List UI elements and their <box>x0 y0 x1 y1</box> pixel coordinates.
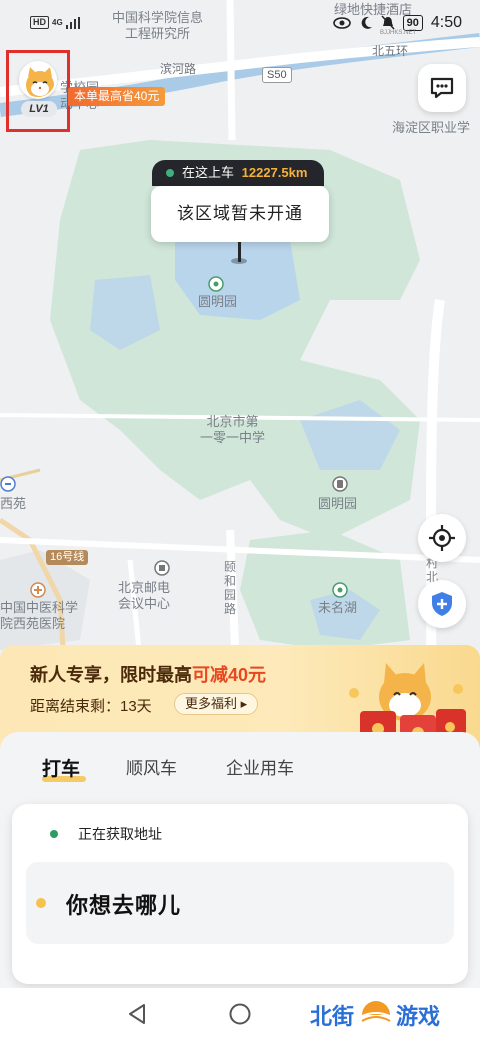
map-label-beijing-101: 北京市第 一零一中学 <box>200 414 266 445</box>
hd-icon: HD <box>30 16 49 29</box>
sun-logo-icon <box>359 1001 393 1022</box>
discount-tag: 本单最高省40元 <box>68 87 166 106</box>
map-pin <box>238 242 241 262</box>
level-badge: LV1 <box>21 101 57 117</box>
more-benefits-button[interactable]: 更多福利 ▸ <box>174 693 259 715</box>
service-unavailable-message: 该区域暂未开通 <box>177 204 303 223</box>
map-label-weiming: 未名湖 <box>318 600 358 615</box>
safety-center-button[interactable] <box>418 580 466 628</box>
pickup-dot-icon <box>166 169 174 177</box>
avatar <box>19 61 57 99</box>
ride-booking-sheet: 打车 顺风车 企业用车 正在获取地址 <box>0 732 480 988</box>
back-icon[interactable] <box>126 1002 148 1026</box>
locate-me-button[interactable] <box>418 514 466 562</box>
tab-enterprise[interactable]: 企业用车 <box>226 754 294 779</box>
lake-poi-icon <box>332 582 348 598</box>
map-label-yiheyuan-road: 颐 和 园 路 <box>224 560 237 616</box>
user-avatar-button[interactable]: LV1 <box>6 50 70 132</box>
bell-muted-icon <box>381 15 395 30</box>
clock: 4:50 <box>430 14 462 31</box>
tab-carpool[interactable]: 顺风车 <box>126 754 177 779</box>
status-left-icons: HD 4G <box>30 16 80 29</box>
map-label-yuanmingyuan-park: 圆明园 <box>198 294 238 309</box>
promo-title: 新人专享，限时最高可减40元 <box>30 665 267 685</box>
message-button[interactable] <box>418 64 466 112</box>
moon-icon <box>361 16 372 29</box>
cat-avatar-icon <box>26 67 54 97</box>
signal-4g-icon: 4G <box>52 18 63 27</box>
eye-icon <box>332 17 351 29</box>
tab-taxi[interactable]: 打车 <box>42 754 80 781</box>
destination-dot-icon <box>36 898 46 908</box>
map-label-haidian: 海淀区职业学 <box>392 120 471 135</box>
watermark-site: BJJHKS.NET <box>380 30 417 36</box>
shield-plus-icon <box>432 592 452 616</box>
hospital-poi-icon <box>30 582 46 598</box>
watermark-logo: 北街 游戏 <box>310 995 470 1035</box>
map-label-yuanmingyuan-station: 圆明园 <box>318 496 358 511</box>
pickup-point-tag[interactable]: 在这上车 12227.5km <box>152 160 324 186</box>
chat-bubble-icon <box>430 77 454 99</box>
watermark-brand-left: 北街 <box>310 1004 355 1029</box>
origin-dot-icon <box>50 830 58 838</box>
status-bar: HD 4G 90 4:50 <box>0 0 480 56</box>
metro-line-16-badge: 16号线 <box>46 550 89 565</box>
home-icon[interactable] <box>228 1002 252 1026</box>
crosshair-icon <box>429 525 455 551</box>
signal-bars-icon <box>65 16 80 29</box>
road-label-binhe: 滨河路 <box>160 62 197 76</box>
service-tabs: 打车 顺风车 企业用车 <box>0 732 480 802</box>
service-unavailable-card: 该区域暂未开通 <box>151 186 329 242</box>
pickup-prefix: 在这上车 <box>182 165 235 180</box>
promo-countdown: 距离结束剩：13天 <box>30 698 152 715</box>
watermark-brand-right: 游戏 <box>396 1004 441 1029</box>
battery-icon: 90 <box>402 15 423 31</box>
pickup-distance: 12227.5km <box>241 165 308 180</box>
map-label-tcm: 中国中医科学 院西苑医院 <box>0 600 79 631</box>
building-poi-icon <box>154 560 170 576</box>
destination-placeholder[interactable]: 你想去哪儿 <box>66 888 181 920</box>
road-shield-s50: S50 <box>262 67 292 83</box>
promo-highlight: 可减40元 <box>192 665 267 685</box>
origin-address[interactable]: 正在获取地址 <box>78 824 162 844</box>
station-poi-icon <box>0 476 16 492</box>
park-poi-icon <box>208 276 224 292</box>
metro-poi-icon <box>332 476 348 492</box>
map-label-post: 北京邮电 会议中心 <box>118 580 171 611</box>
map-label-xiyuan: 西苑 <box>0 496 27 511</box>
chevron-right-icon: ▸ <box>237 696 248 711</box>
